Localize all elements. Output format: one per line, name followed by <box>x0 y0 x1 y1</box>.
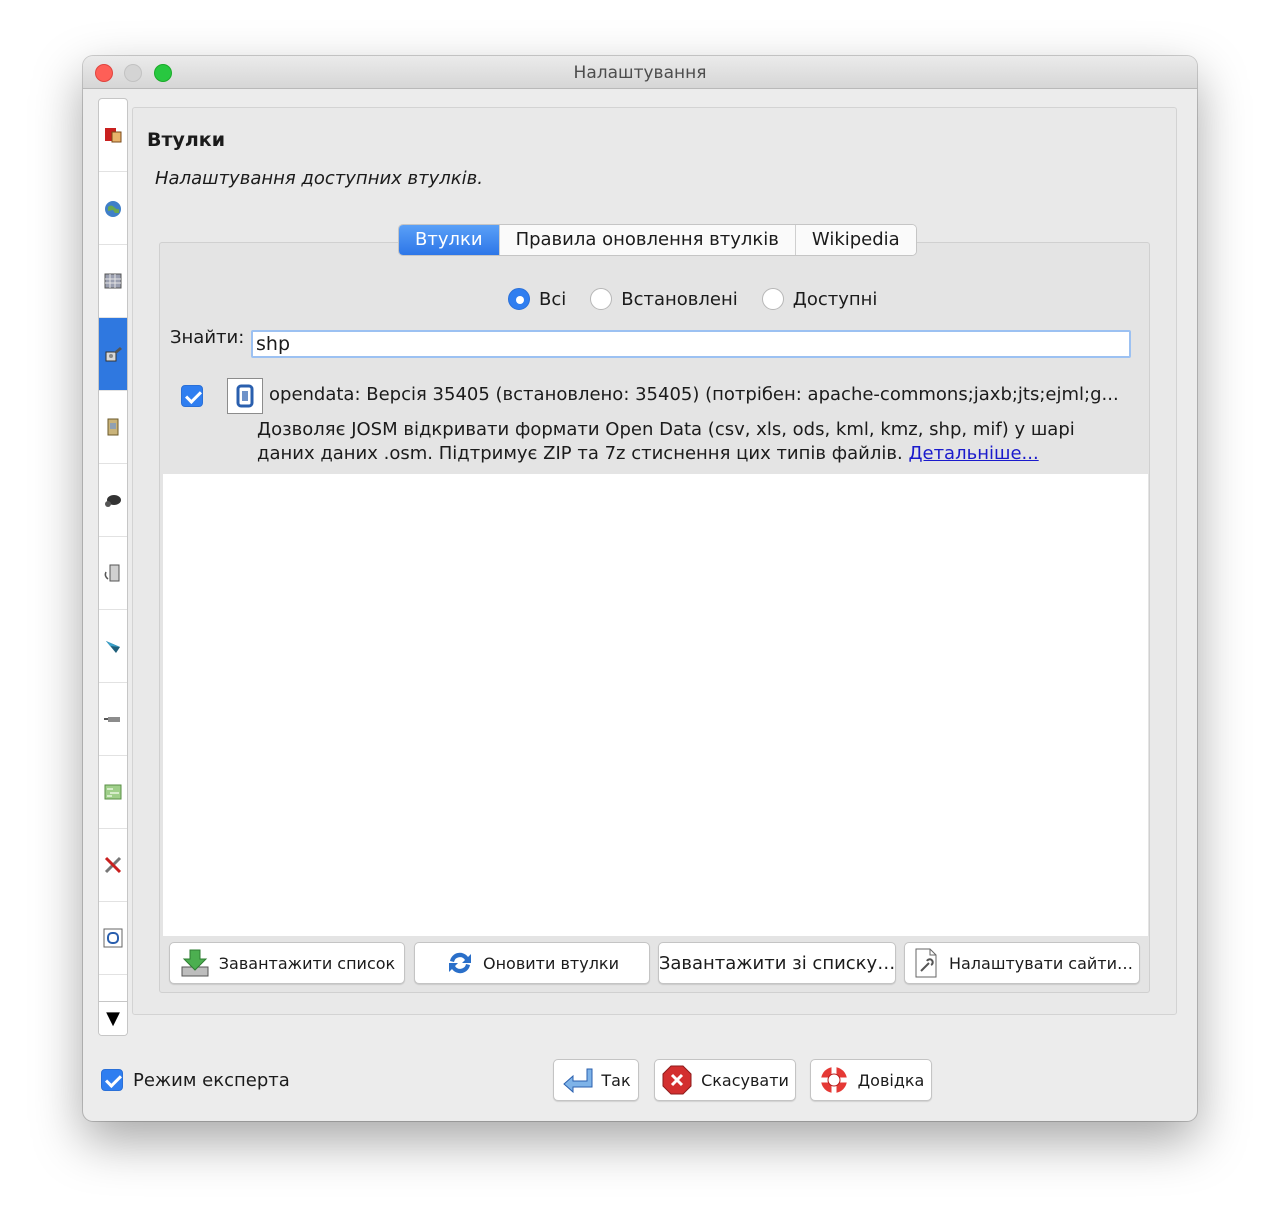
sidebar-item-plugins[interactable] <box>99 318 127 391</box>
opendata-plugin-icon <box>227 378 263 414</box>
tab-plugins[interactable]: Втулки <box>399 225 500 255</box>
update-plugins-label: Оновити втулки <box>483 953 619 973</box>
connection-icon <box>104 564 120 582</box>
filter-available-radio[interactable]: Доступні <box>761 288 878 310</box>
download-list-label: Завантажити список <box>218 953 396 973</box>
download-from-list-button[interactable]: Завантажити зі списку… <box>658 942 896 984</box>
sidebar-item-presets[interactable] <box>99 391 127 464</box>
help-label: Довідка <box>857 1070 925 1090</box>
sidebar-item-shortcuts[interactable] <box>99 464 127 537</box>
plugin-more-link[interactable]: Детальніше... <box>908 443 1038 464</box>
presets-icon <box>107 418 119 436</box>
opendata-icon <box>103 928 123 948</box>
update-plugins-button[interactable]: Оновити втулки <box>414 942 650 984</box>
sidebar-item-connection[interactable] <box>99 537 127 610</box>
radio-indicator <box>590 288 613 310</box>
expert-mode-toggle[interactable]: Режим експерта <box>101 1069 290 1091</box>
remote-control-icon <box>106 641 120 653</box>
filter-installed-label: Встановлені <box>621 288 738 310</box>
sidebar-item-map[interactable] <box>99 245 127 318</box>
sidebar-item-projection[interactable] <box>99 683 127 756</box>
preferences-window: Налаштування ▼ Втулки Налаштування досту… <box>83 56 1197 1121</box>
cancel-icon <box>662 1065 692 1095</box>
radio-selected-indicator <box>508 288 530 310</box>
filter-installed-radio[interactable]: Встановлені <box>590 288 738 310</box>
map-paint-icon <box>104 784 122 800</box>
filter-all-label: Всі <box>539 288 567 310</box>
expert-mode-checkbox[interactable] <box>101 1069 123 1091</box>
cancel-label: Скасувати <box>701 1070 789 1090</box>
lifebuoy-icon <box>820 1067 847 1093</box>
help-button[interactable]: Довідка <box>810 1059 932 1101</box>
plugin-list-empty-area <box>163 474 1148 936</box>
tab-update-rules[interactable]: Правила оновлення втулків <box>499 225 796 255</box>
configure-sites-button[interactable]: Налаштувати сайти… <box>904 942 1140 984</box>
projection-icon <box>104 717 120 722</box>
cancel-button[interactable]: Скасувати <box>654 1059 796 1101</box>
plugin-icon <box>105 347 122 362</box>
filter-all-radio[interactable]: Всі <box>508 288 566 310</box>
shortcuts-icon <box>105 495 121 507</box>
sidebar-item-global[interactable] <box>99 172 127 245</box>
sidebar-item-advanced[interactable] <box>99 829 127 902</box>
filter-available-label: Доступні <box>792 288 878 310</box>
display-settings-icon <box>105 128 122 143</box>
plugin-filter: Всі Встановлені Доступні <box>508 288 901 310</box>
download-from-list-label: Завантажити зі списку… <box>658 952 896 974</box>
globe-icon <box>105 201 121 217</box>
plugin-description: Дозволяє JOSM відкривати формати Open Da… <box>257 418 1137 466</box>
sidebar-scroll-down-button[interactable]: ▼ <box>99 1001 127 1035</box>
radio-indicator <box>761 288 784 310</box>
window-title: Налаштування <box>573 63 707 83</box>
advanced-tools-icon <box>104 856 122 874</box>
tab-bar: Втулки Правила оновлення втулків Wikiped… <box>398 224 917 256</box>
title-bar: Налаштування <box>83 56 1197 89</box>
sidebar-item-display[interactable] <box>99 99 127 172</box>
tab-wikipedia[interactable]: Wikipedia <box>795 225 916 255</box>
configure-sites-label: Налаштувати сайти… <box>948 953 1134 973</box>
search-input[interactable] <box>251 330 1131 358</box>
search-label: Знайти: <box>170 327 245 348</box>
preferences-sidebar: ▼ <box>98 98 128 1036</box>
configure-sites-icon <box>915 948 937 978</box>
plugin-name: opendata: Версія 35405 (встановлено: 354… <box>269 384 1119 405</box>
page-title: Втулки <box>147 129 226 151</box>
sidebar-item-opendata[interactable] <box>99 902 127 975</box>
download-list-button[interactable]: Завантажити список <box>169 942 405 984</box>
page-description: Налаштування доступних втулків. <box>155 168 483 189</box>
enter-arrow-icon <box>563 1068 593 1094</box>
ok-button[interactable]: Так <box>553 1059 639 1101</box>
plugin-enable-checkbox[interactable] <box>181 385 203 407</box>
plugin-list-item: opendata: Версія 35405 (встановлено: 354… <box>163 374 1148 474</box>
sidebar-item-mappaint[interactable] <box>99 756 127 829</box>
download-icon <box>181 949 209 977</box>
sidebar-item-remote[interactable] <box>99 610 127 683</box>
map-grid-icon <box>104 273 122 289</box>
ok-label: Так <box>601 1070 631 1090</box>
expert-mode-label: Режим експерта <box>133 1069 290 1091</box>
refresh-icon <box>449 952 471 974</box>
